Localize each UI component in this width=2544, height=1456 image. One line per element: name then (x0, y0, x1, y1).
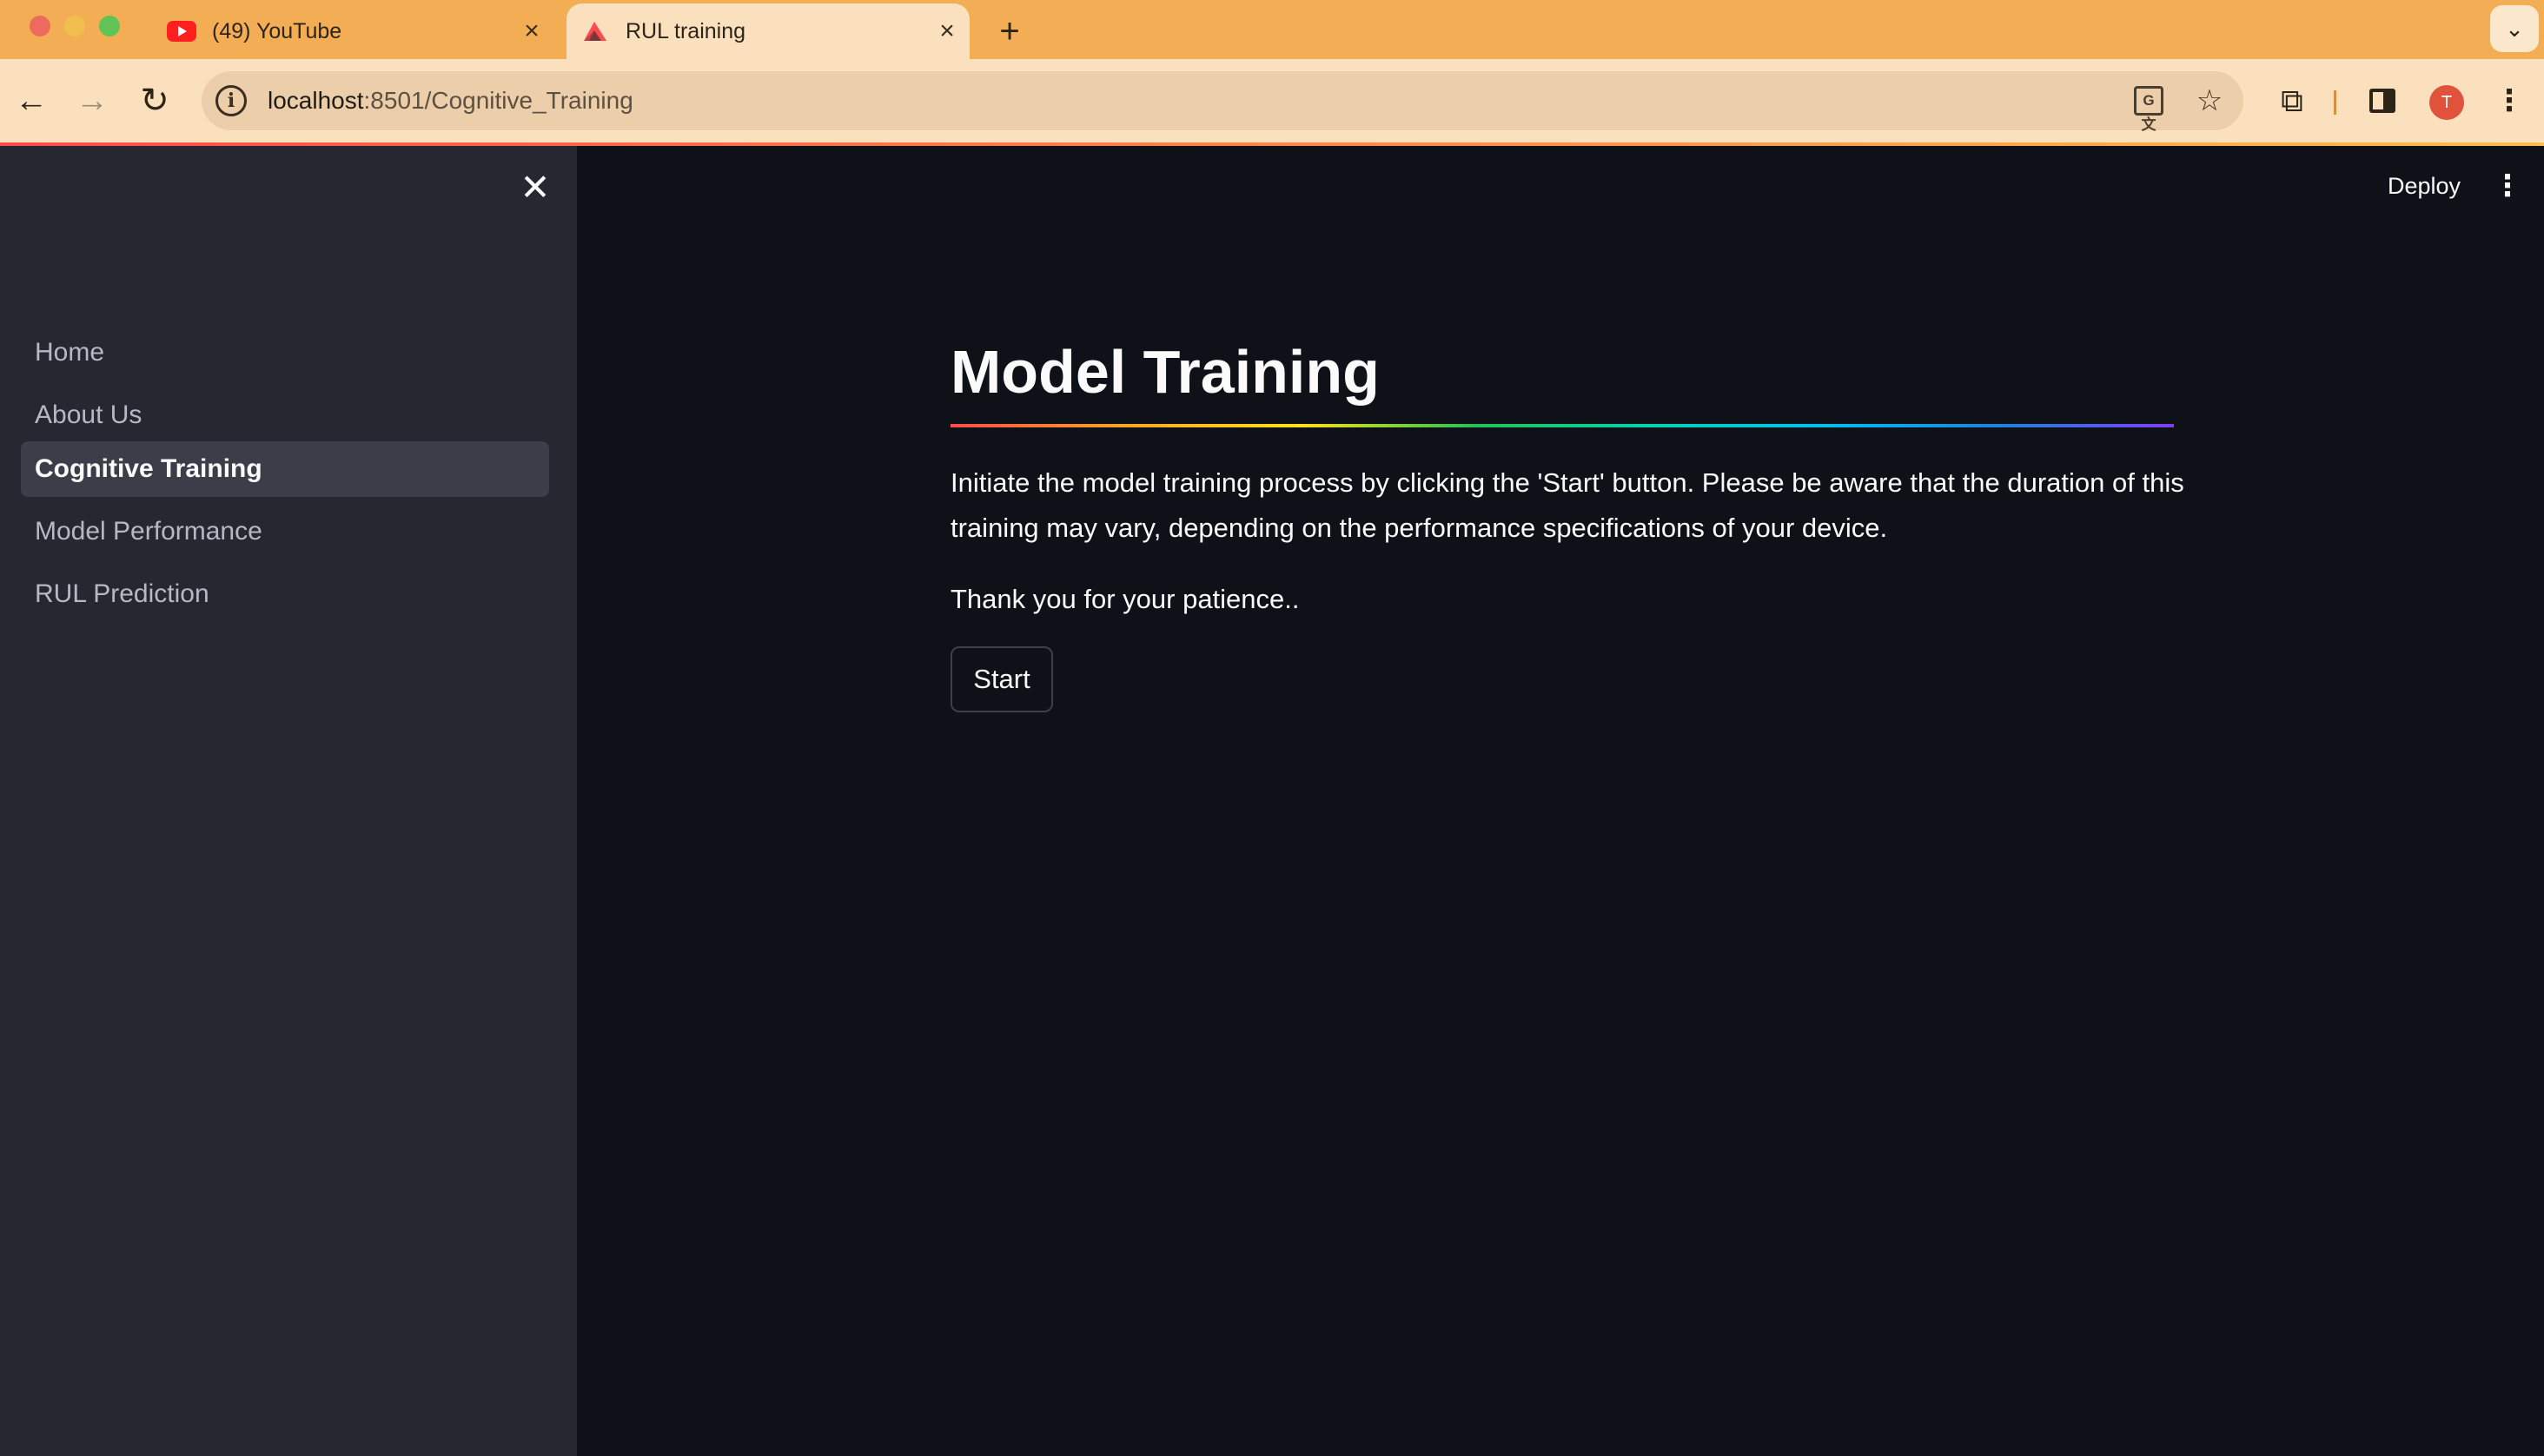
sidebar-item-cognitive-training[interactable]: Cognitive Training (21, 441, 549, 497)
streamlit-icon (584, 22, 606, 41)
close-icon[interactable]: × (514, 17, 549, 46)
tab-title: RUL training (626, 18, 746, 43)
site-info-icon[interactable]: i (215, 85, 247, 116)
instruction-text: Initiate the model training process by c… (951, 467, 2184, 543)
maximize-window-button[interactable] (99, 16, 120, 36)
browser-toolbar: ← → ↻ i localhost:8501/Cognitive_Trainin… (0, 59, 2544, 142)
url-host: localhost (268, 87, 364, 114)
tab-rul-training[interactable]: RUL training × (566, 3, 970, 59)
url-text[interactable]: localhost:8501/Cognitive_Training (268, 87, 2134, 115)
translate-icon[interactable]: G文 (2134, 86, 2163, 133)
patience-text: Thank you for your patience.. (951, 584, 1300, 614)
tab-search-button[interactable]: ⌄ (2490, 5, 2539, 52)
app-menu-icon[interactable]: ⋮ (2490, 165, 2525, 207)
side-panel-icon[interactable] (2358, 76, 2407, 125)
new-tab-button[interactable]: + (987, 9, 1032, 54)
page-title: Model Training (951, 338, 1380, 406)
close-window-button[interactable] (30, 16, 50, 36)
address-bar[interactable]: i localhost:8501/Cognitive_Training G文 ☆ (202, 71, 2243, 133)
extensions-puzzle-icon[interactable]: ⧉ (2268, 76, 2316, 125)
forward-arrow-icon[interactable]: → (68, 76, 116, 125)
back-arrow-icon[interactable]: ← (7, 76, 56, 125)
sidebar-item-home[interactable]: Home (21, 325, 549, 381)
reload-icon[interactable]: ↻ (130, 76, 179, 125)
sidebar-item-model-performance[interactable]: Model Performance (21, 504, 549, 559)
toolbar-divider (2334, 90, 2336, 115)
title-divider (951, 424, 2174, 427)
bookmark-star-icon[interactable]: ☆ (2188, 79, 2231, 122)
profile-avatar[interactable]: T (2429, 85, 2464, 120)
minimize-window-button[interactable] (64, 16, 85, 36)
youtube-icon (167, 21, 196, 42)
sidebar-item-rul-prediction[interactable]: RUL Prediction (21, 566, 549, 622)
sidebar-item-about-us[interactable]: About Us (21, 387, 549, 443)
close-icon[interactable]: × (930, 17, 964, 46)
browser-menu-icon[interactable]: ⋮ (2485, 76, 2534, 125)
sidebar: ✕ Home About Us Cognitive Training Model… (0, 146, 577, 1456)
tab-youtube[interactable]: (49) YouTube × (155, 3, 554, 59)
main-content: Deploy ⋮ Model Training Initiate the mod… (577, 146, 2544, 1456)
tab-title: (49) YouTube (212, 18, 342, 43)
deploy-button[interactable]: Deploy (2388, 169, 2461, 203)
browser-tab-strip: (49) YouTube × RUL training × + ⌄ (0, 0, 2544, 59)
url-path: :8501/Cognitive_Training (363, 87, 633, 114)
start-button[interactable]: Start (951, 646, 1053, 712)
close-sidebar-icon[interactable]: ✕ (513, 165, 558, 210)
